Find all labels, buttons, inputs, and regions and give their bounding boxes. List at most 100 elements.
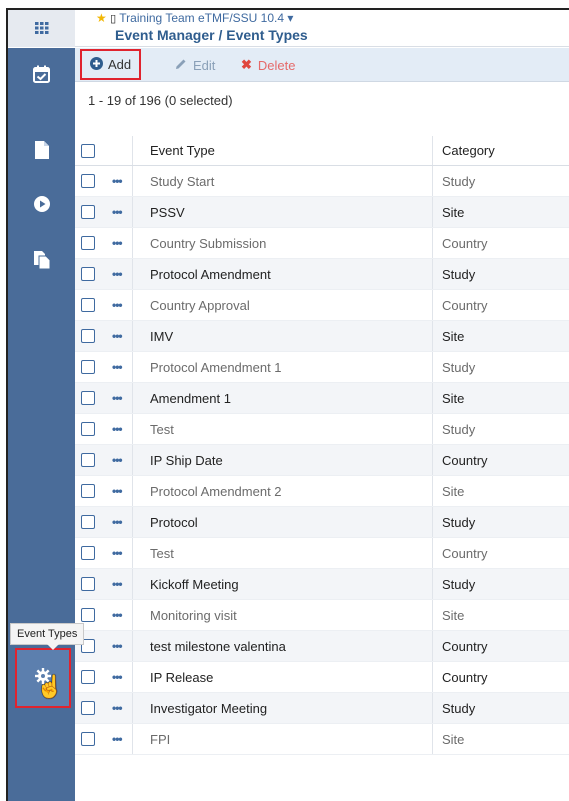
table-row[interactable]: ••• Country Approval Country xyxy=(75,290,569,321)
more-actions-icon[interactable]: ••• xyxy=(112,515,123,529)
cell-event-type[interactable]: Protocol xyxy=(150,515,198,530)
more-actions-icon[interactable]: ••• xyxy=(112,453,123,467)
cell-event-type[interactable]: Protocol Amendment 1 xyxy=(150,360,282,375)
table-row[interactable]: ••• IP Ship Date Country xyxy=(75,445,569,476)
more-actions-icon[interactable]: ••• xyxy=(112,236,123,250)
more-actions-icon[interactable]: ••• xyxy=(112,360,123,374)
more-actions-icon[interactable]: ••• xyxy=(112,484,123,498)
more-actions-icon[interactable]: ••• xyxy=(112,639,123,653)
sidebar-item-copy[interactable] xyxy=(8,244,75,280)
cell-event-type[interactable]: IMV xyxy=(150,329,173,344)
sidebar-item-documents[interactable] xyxy=(8,134,75,170)
row-checkbox[interactable] xyxy=(81,546,95,560)
add-button[interactable]: Add xyxy=(80,49,142,80)
cell-event-type[interactable]: Test xyxy=(150,546,174,561)
row-checkbox[interactable] xyxy=(81,174,95,188)
more-actions-icon[interactable]: ••• xyxy=(112,329,123,343)
table-row[interactable]: ••• Protocol Amendment 1 Study xyxy=(75,352,569,383)
cell-event-type[interactable]: test milestone valentina xyxy=(150,639,286,654)
column-divider xyxy=(132,662,133,692)
more-actions-icon[interactable]: ••• xyxy=(112,422,123,436)
row-checkbox[interactable] xyxy=(81,515,95,529)
cell-event-type[interactable]: IP Release xyxy=(150,670,213,685)
table-row[interactable]: ••• Protocol Amendment Study xyxy=(75,259,569,290)
cell-category: Site xyxy=(442,390,465,406)
column-header-event-type[interactable]: Event Type xyxy=(150,143,215,158)
table-row[interactable]: ••• Monitoring visit Site xyxy=(75,600,569,631)
row-checkbox[interactable] xyxy=(81,205,95,219)
row-checkbox[interactable] xyxy=(81,608,95,622)
table-row[interactable]: ••• FPI Site xyxy=(75,724,569,755)
cell-event-type[interactable]: Protocol Amendment xyxy=(150,267,271,282)
column-divider xyxy=(132,383,133,413)
row-checkbox[interactable] xyxy=(81,236,95,250)
row-checkbox[interactable] xyxy=(81,391,95,405)
table-row[interactable]: ••• test milestone valentina Country xyxy=(75,631,569,662)
cell-event-type[interactable]: Study Start xyxy=(150,174,214,189)
table-row[interactable]: ••• IMV Site xyxy=(75,321,569,352)
cell-event-type[interactable]: Country Submission xyxy=(150,236,266,251)
cell-event-type[interactable]: IP Ship Date xyxy=(150,453,223,468)
more-actions-icon[interactable]: ••• xyxy=(112,577,123,591)
more-actions-icon[interactable]: ••• xyxy=(112,267,123,281)
row-checkbox[interactable] xyxy=(81,453,95,467)
row-checkbox[interactable] xyxy=(81,577,95,591)
cell-event-type[interactable]: Amendment 1 xyxy=(150,391,231,406)
cell-category: Study xyxy=(442,700,476,716)
more-actions-icon[interactable]: ••• xyxy=(112,608,123,622)
table-header-row: Event Type Category xyxy=(75,136,569,166)
cell-event-type[interactable]: Protocol Amendment 2 xyxy=(150,484,282,499)
cell-category: Study xyxy=(442,514,476,530)
table-row[interactable]: ••• Country Submission Country xyxy=(75,228,569,259)
more-actions-icon[interactable]: ••• xyxy=(112,670,123,684)
cell-event-type[interactable]: Monitoring visit xyxy=(150,608,237,623)
table-row[interactable]: ••• Amendment 1 Site xyxy=(75,383,569,414)
row-checkbox[interactable] xyxy=(81,298,95,312)
app-window: ★ ▯ Training Team eTMF/SSU 10.4 ▾ Event … xyxy=(6,8,569,801)
column-divider xyxy=(132,290,133,320)
table-row[interactable]: ••• Protocol Amendment 2 Site xyxy=(75,476,569,507)
cell-event-type[interactable]: Kickoff Meeting xyxy=(150,577,239,592)
breadcrumb[interactable]: ★ ▯ Training Team eTMF/SSU 10.4 ▾ xyxy=(96,11,293,26)
row-checkbox[interactable] xyxy=(81,329,95,343)
star-icon[interactable]: ★ xyxy=(96,11,107,25)
cell-event-type[interactable]: PSSV xyxy=(150,205,185,220)
sidebar-item-calendar[interactable] xyxy=(8,58,75,94)
add-label: Add xyxy=(108,57,132,72)
cell-event-type[interactable]: Investigator Meeting xyxy=(150,701,267,716)
edit-button[interactable]: Edit xyxy=(175,48,215,82)
table-row[interactable]: ••• Test Country xyxy=(75,538,569,569)
more-actions-icon[interactable]: ••• xyxy=(112,205,123,219)
cell-event-type[interactable]: FPI xyxy=(150,732,170,747)
cell-event-type[interactable]: Country Approval xyxy=(150,298,250,313)
more-actions-icon[interactable]: ••• xyxy=(112,546,123,560)
delete-button[interactable]: ✖ Delete xyxy=(241,48,295,82)
table-row[interactable]: ••• Kickoff Meeting Study xyxy=(75,569,569,600)
column-divider xyxy=(132,197,133,227)
row-checkbox[interactable] xyxy=(81,360,95,374)
row-checkbox[interactable] xyxy=(81,732,95,746)
table-row[interactable]: ••• IP Release Country xyxy=(75,662,569,693)
cell-category: Country xyxy=(442,669,488,685)
more-actions-icon[interactable]: ••• xyxy=(112,391,123,405)
sidebar-item-play[interactable] xyxy=(8,188,75,224)
table-row[interactable]: ••• Investigator Meeting Study xyxy=(75,693,569,724)
row-checkbox[interactable] xyxy=(81,484,95,498)
more-actions-icon[interactable]: ••• xyxy=(112,701,123,715)
more-actions-icon[interactable]: ••• xyxy=(112,298,123,312)
row-checkbox[interactable] xyxy=(81,267,95,281)
apps-menu-button[interactable] xyxy=(8,10,75,47)
row-checkbox[interactable] xyxy=(81,701,95,715)
table-row[interactable]: ••• Study Start Study xyxy=(75,166,569,197)
table-row[interactable]: ••• PSSV Site xyxy=(75,197,569,228)
more-actions-icon[interactable]: ••• xyxy=(112,174,123,188)
chevron-down-icon[interactable]: ▾ xyxy=(287,11,293,25)
table-row[interactable]: ••• Test Study xyxy=(75,414,569,445)
select-all-checkbox[interactable] xyxy=(81,143,95,158)
more-actions-icon[interactable]: ••• xyxy=(112,732,123,746)
column-header-category[interactable]: Category xyxy=(442,143,495,158)
cell-event-type[interactable]: Test xyxy=(150,422,174,437)
row-checkbox[interactable] xyxy=(81,670,95,684)
row-checkbox[interactable] xyxy=(81,422,95,436)
table-row[interactable]: ••• Protocol Study xyxy=(75,507,569,538)
